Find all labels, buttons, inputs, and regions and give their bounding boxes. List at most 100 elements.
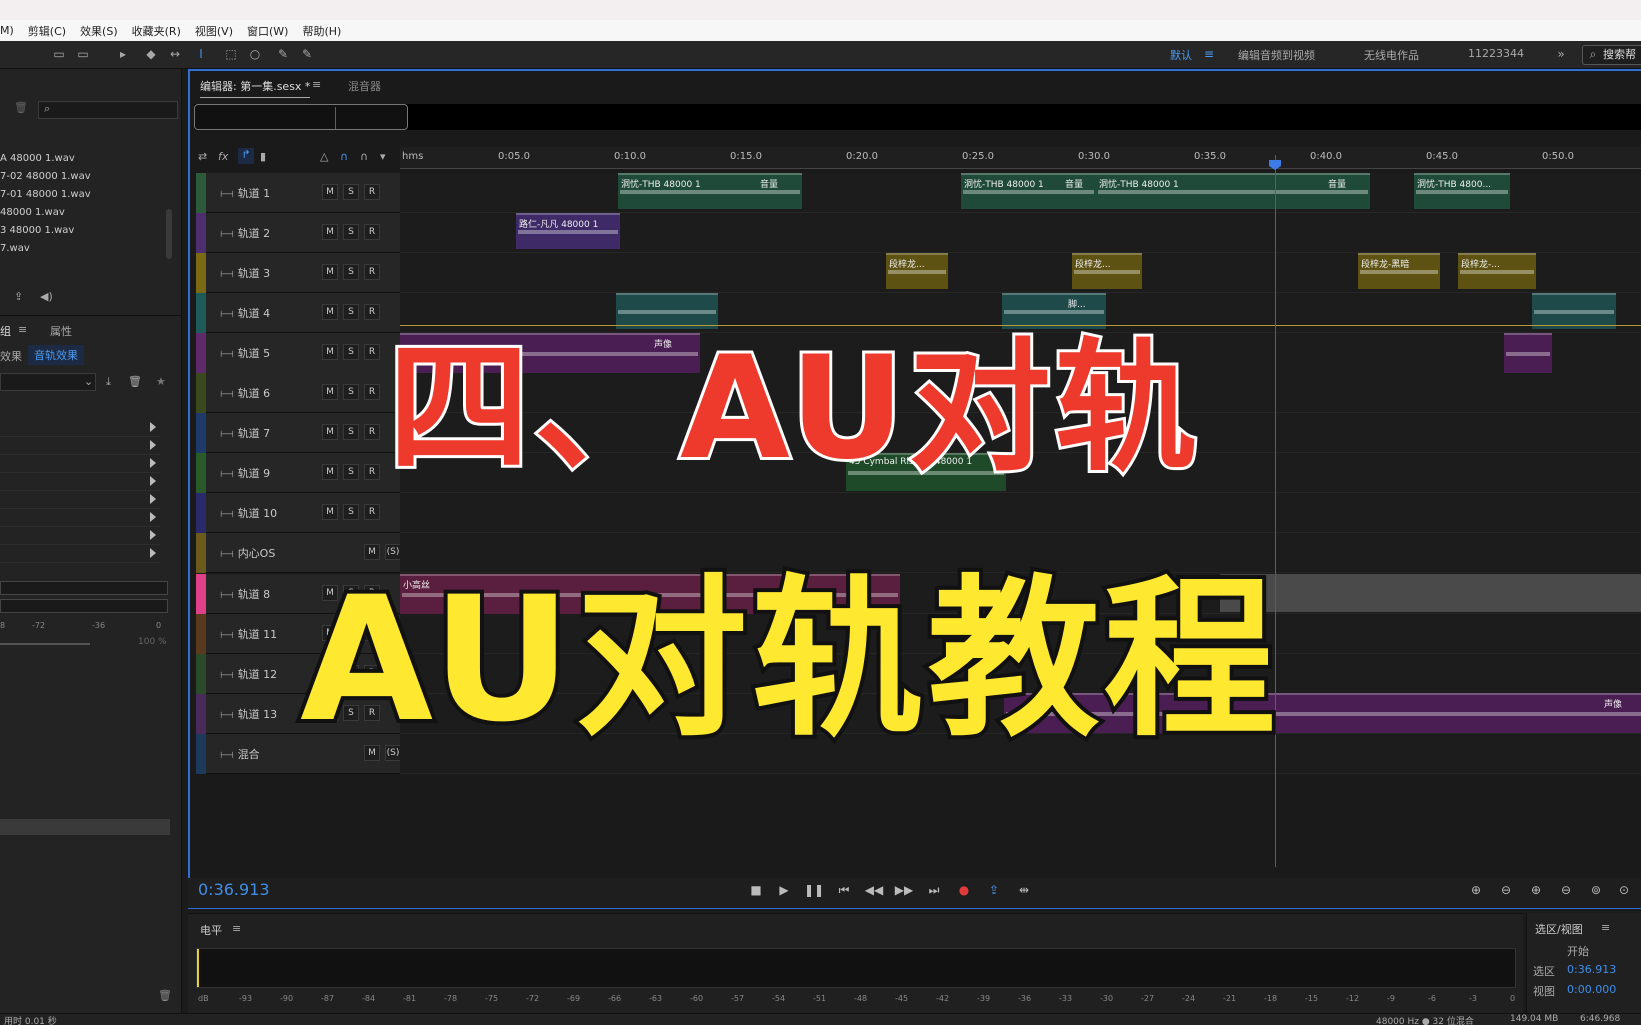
zoom-out-full-icon[interactable]: ⊚ <box>1586 880 1606 900</box>
track-header[interactable]: 轨道 1 MSR <box>196 173 400 213</box>
mute-button[interactable]: M <box>322 504 338 520</box>
mute-button[interactable]: M <box>322 304 338 320</box>
solo-button[interactable]: S <box>343 304 359 320</box>
file-item[interactable]: 3 48000 1.wav <box>0 225 74 236</box>
tab-mixer[interactable]: 混音器 <box>348 78 381 94</box>
brush-tool-icon[interactable]: ✎ <box>274 46 292 62</box>
skip-selection-button[interactable]: ⇹ <box>1014 880 1034 900</box>
zoom-out-amplitude-icon[interactable]: ⊖ <box>1496 880 1516 900</box>
zoom-selection-icon[interactable]: ⊙ <box>1614 880 1634 900</box>
audio-clip[interactable] <box>1504 333 1552 373</box>
effect-rack-slot[interactable] <box>0 527 160 545</box>
mix-slider[interactable] <box>0 643 90 645</box>
track-name[interactable]: 轨道 12 <box>220 666 278 682</box>
menu-item-multitrack[interactable]: M) <box>0 24 14 37</box>
panel-menu-icon[interactable]: ≡ <box>18 323 27 336</box>
record-arm-button[interactable]: R <box>364 504 380 520</box>
record-arm-button[interactable]: R <box>364 224 380 240</box>
solo-button[interactable]: S <box>343 504 359 520</box>
track-name[interactable]: 轨道 9 <box>220 465 271 481</box>
track-header[interactable]: 轨道 7 MSR <box>196 413 400 453</box>
trash-icon[interactable]: 🗑 <box>158 989 172 1002</box>
zoom-overview-bar[interactable] <box>194 104 1641 130</box>
track-header[interactable]: 轨道 9 MSR <box>196 453 400 493</box>
skip-to-end-button[interactable]: ⏭ <box>924 880 944 900</box>
healing-tool-icon[interactable]: ✎ <box>298 46 316 62</box>
audio-clip[interactable]: 洞忧-THB 48000 1 音量 <box>1096 173 1370 209</box>
headphones-icon[interactable]: ∩ <box>360 150 368 163</box>
track-header[interactable]: 轨道 6 MSR <box>196 373 400 413</box>
zoom-in-amplitude-icon[interactable]: ⊕ <box>1466 880 1486 900</box>
track-name[interactable]: 轨道 2 <box>220 225 271 241</box>
track-name[interactable]: 轨道 11 <box>220 626 278 642</box>
zoom-in-time-icon[interactable]: ⊕ <box>1526 880 1546 900</box>
mute-button[interactable]: M <box>322 464 338 480</box>
mute-button[interactable]: M <box>322 264 338 280</box>
delete-icon[interactable]: 🗑 <box>14 101 28 114</box>
metronome-icon[interactable]: △ <box>320 150 328 163</box>
preset-dropdown[interactable] <box>0 373 96 391</box>
tab-properties[interactable]: 属性 <box>50 323 72 339</box>
current-time-display[interactable]: 0:36.913 <box>198 880 270 899</box>
marker-icon[interactable]: ▾ <box>380 150 386 163</box>
file-item[interactable]: A 48000 1.wav <box>0 153 75 164</box>
track-lane[interactable] <box>400 493 1641 533</box>
audio-clip[interactable] <box>1532 293 1616 329</box>
menu-item-clip[interactable]: 剪辑(C) <box>28 23 66 39</box>
workspace-edit-audio-to-video[interactable]: 编辑音频到视频 <box>1238 47 1315 63</box>
workspace-custom[interactable]: 11223344 <box>1468 47 1524 60</box>
panel-menu-icon[interactable]: ≡ <box>232 922 241 935</box>
play-button[interactable]: ▶ <box>774 880 794 900</box>
record-arm-button[interactable]: R <box>364 424 380 440</box>
selected-row[interactable] <box>0 819 170 835</box>
export-icon[interactable]: ⇪ <box>14 290 23 303</box>
mute-button[interactable]: M <box>322 424 338 440</box>
track-name[interactable]: 轨道 13 <box>220 706 278 722</box>
record-arm-button[interactable]: R <box>364 344 380 360</box>
mute-button[interactable]: M <box>322 344 338 360</box>
favorite-star-icon[interactable]: ★ <box>156 375 166 388</box>
record-arm-button[interactable]: R <box>364 384 380 400</box>
time-ruler[interactable]: hms 0:05.0 0:10.0 0:15.0 0:20.0 0:25.0 0… <box>400 147 1641 169</box>
files-scrollbar[interactable] <box>166 209 172 259</box>
zoom-overview-thumb[interactable] <box>194 104 408 130</box>
eq-icon[interactable]: ▮ <box>260 150 266 163</box>
track-name[interactable]: 轨道 8 <box>220 586 271 602</box>
mute-button[interactable]: M <box>364 544 380 560</box>
files-search-input[interactable] <box>38 101 178 119</box>
track-name[interactable]: 轨道 6 <box>220 385 271 401</box>
track-name[interactable]: 轨道 5 <box>220 345 271 361</box>
audio-clip[interactable]: 洞忧-THB 48000 1 音量 <box>618 173 802 209</box>
menu-item-view[interactable]: 视图(V) <box>195 23 233 39</box>
mute-button[interactable]: M <box>322 184 338 200</box>
menu-item-effects[interactable]: 效果(S) <box>80 23 118 39</box>
audio-clip[interactable]: 脚... <box>1002 293 1106 329</box>
more-workspaces-icon[interactable]: » <box>1552 46 1570 62</box>
menu-item-help[interactable]: 帮助(H) <box>302 23 341 39</box>
audio-clip[interactable]: 段梓龙... <box>886 253 948 289</box>
solo-button[interactable]: S <box>343 184 359 200</box>
audio-clip[interactable] <box>616 293 718 329</box>
workspace-default[interactable]: 默认 <box>1170 47 1192 63</box>
mute-button[interactable]: M <box>322 224 338 240</box>
move-tool-icon[interactable]: ▸ <box>114 46 132 62</box>
track-name[interactable]: 轨道 7 <box>220 425 271 441</box>
track-header[interactable]: 轨道 2 MSR <box>196 213 400 253</box>
track-name[interactable]: 轨道 1 <box>220 185 271 201</box>
panel-menu-icon[interactable]: ≡ <box>312 78 321 91</box>
pause-button[interactable]: ❚❚ <box>804 880 824 900</box>
solo-button[interactable]: S <box>343 424 359 440</box>
waveform-view-icon[interactable]: ▭ <box>50 46 68 62</box>
snap-icon[interactable]: ∩ <box>340 150 348 163</box>
solo-button[interactable]: S <box>343 464 359 480</box>
playhead-line[interactable] <box>1275 155 1276 867</box>
track-name[interactable]: 轨道 3 <box>220 265 271 281</box>
tab-editor[interactable]: 编辑器: 第一集.sesx * <box>200 78 311 98</box>
audio-clip[interactable]: 段梓龙... <box>1072 253 1142 289</box>
tab-effects-group[interactable]: 组 <box>0 323 11 339</box>
audio-clip[interactable]: 洞忧-THB 48000 1 音量 <box>961 173 1096 209</box>
delete-preset-icon[interactable]: 🗑 <box>128 375 142 388</box>
track-name[interactable]: 轨道 10 <box>220 505 278 521</box>
audio-clip[interactable]: 段梓龙-... <box>1458 253 1536 289</box>
skip-to-start-button[interactable]: ⏮ <box>834 880 854 900</box>
